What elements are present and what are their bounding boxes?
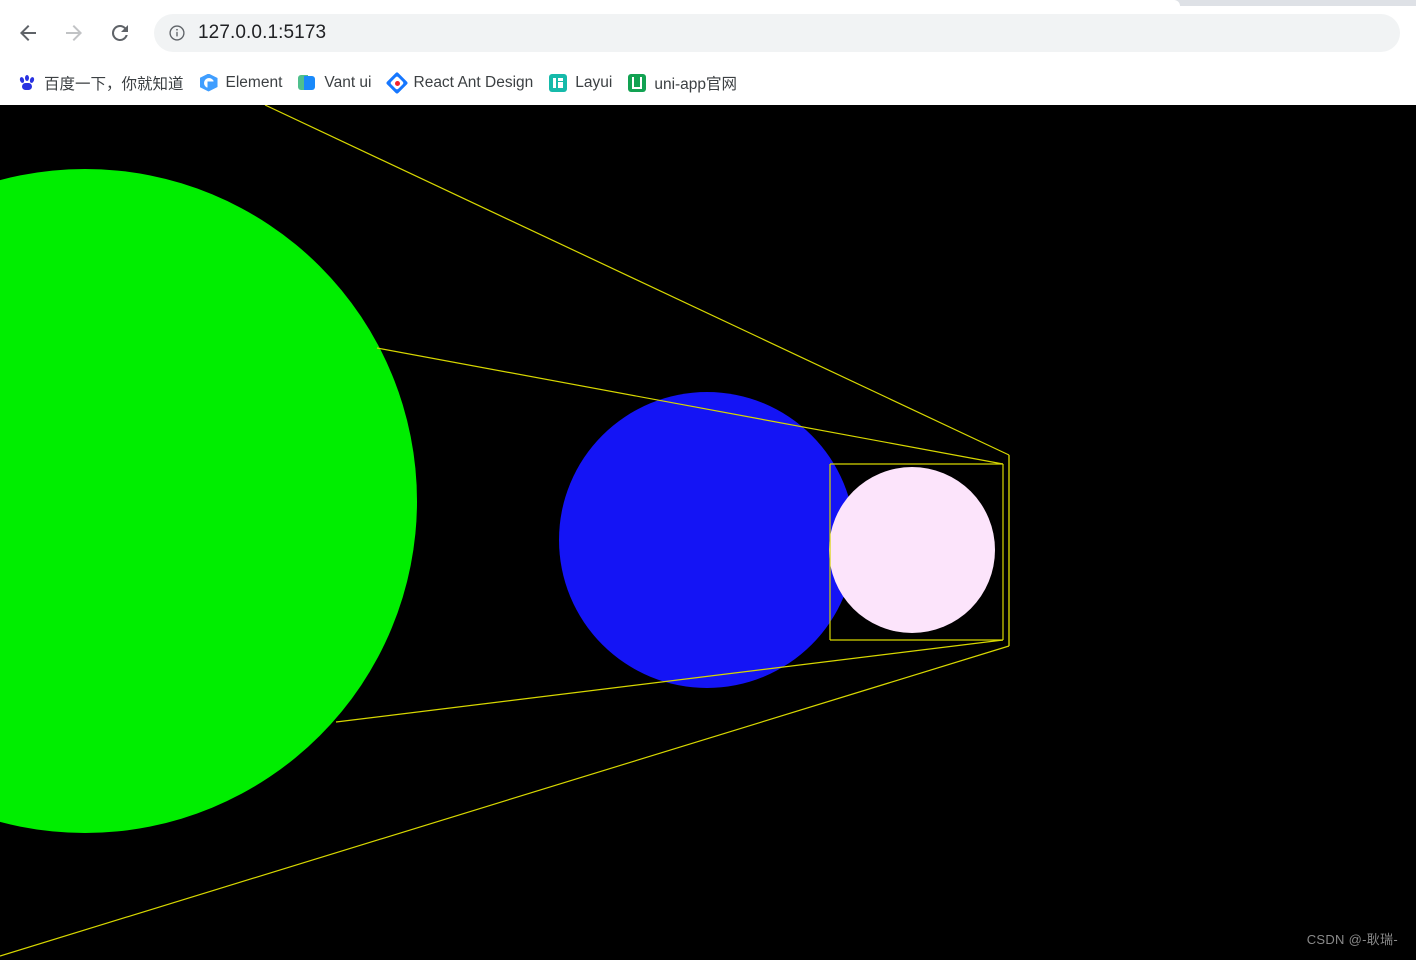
bookmark-label: React Ant Design bbox=[413, 73, 534, 91]
bookmark-label: Vant ui bbox=[324, 73, 372, 91]
vant-ui-icon bbox=[298, 74, 316, 92]
address-bar[interactable]: 127.0.0.1:5173 bbox=[154, 14, 1400, 52]
webgl-canvas[interactable]: CSDN @-耿瑞- bbox=[0, 105, 1416, 960]
info-circle-icon[interactable] bbox=[166, 22, 188, 44]
bookmark-vant-ui[interactable]: Vant ui bbox=[290, 68, 379, 98]
bookmark-label: uni-app官网 bbox=[654, 75, 738, 93]
reload-icon bbox=[111, 24, 128, 41]
back-button[interactable] bbox=[10, 15, 46, 51]
bookmark-layui[interactable]: Layui bbox=[541, 68, 620, 98]
reload-button[interactable] bbox=[102, 15, 138, 51]
bookmark-baidu[interactable]: 百度一下，你就知道 bbox=[10, 68, 192, 98]
uni-app-icon bbox=[628, 73, 647, 92]
sphere-group bbox=[0, 169, 995, 833]
browser-chrome: 127.0.0.1:5173 百度一下，你就知道 Element Vant ui bbox=[0, 0, 1416, 105]
pink-sphere bbox=[829, 467, 995, 633]
react-ant-design-icon bbox=[385, 71, 408, 94]
bookmark-label: Element bbox=[225, 73, 283, 91]
bookmark-uni-app[interactable]: uni-app官网 bbox=[620, 68, 745, 98]
baidu-icon bbox=[18, 74, 36, 92]
browser-toolbar: 127.0.0.1:5173 bbox=[0, 6, 1416, 60]
bookmark-react-ant-design[interactable]: React Ant Design bbox=[380, 68, 542, 98]
address-bar-url: 127.0.0.1:5173 bbox=[198, 22, 327, 43]
green-sphere bbox=[0, 169, 417, 833]
bookmark-label: Layui bbox=[575, 73, 613, 91]
arrow-right-icon bbox=[66, 25, 82, 41]
blue-sphere bbox=[559, 392, 855, 688]
three-js-scene bbox=[0, 105, 1010, 957]
element-ui-icon bbox=[199, 73, 218, 92]
forward-button[interactable] bbox=[56, 15, 92, 51]
layui-icon bbox=[549, 73, 568, 92]
arrow-left-icon bbox=[20, 25, 36, 41]
bookmark-label: 百度一下，你就知道 bbox=[44, 75, 184, 93]
bookmark-element[interactable]: Element bbox=[192, 68, 291, 98]
bookmarks-bar: 百度一下，你就知道 Element Vant ui React Ant Desi… bbox=[0, 60, 1416, 105]
csdn-watermark: CSDN @-耿瑞- bbox=[1306, 932, 1398, 947]
